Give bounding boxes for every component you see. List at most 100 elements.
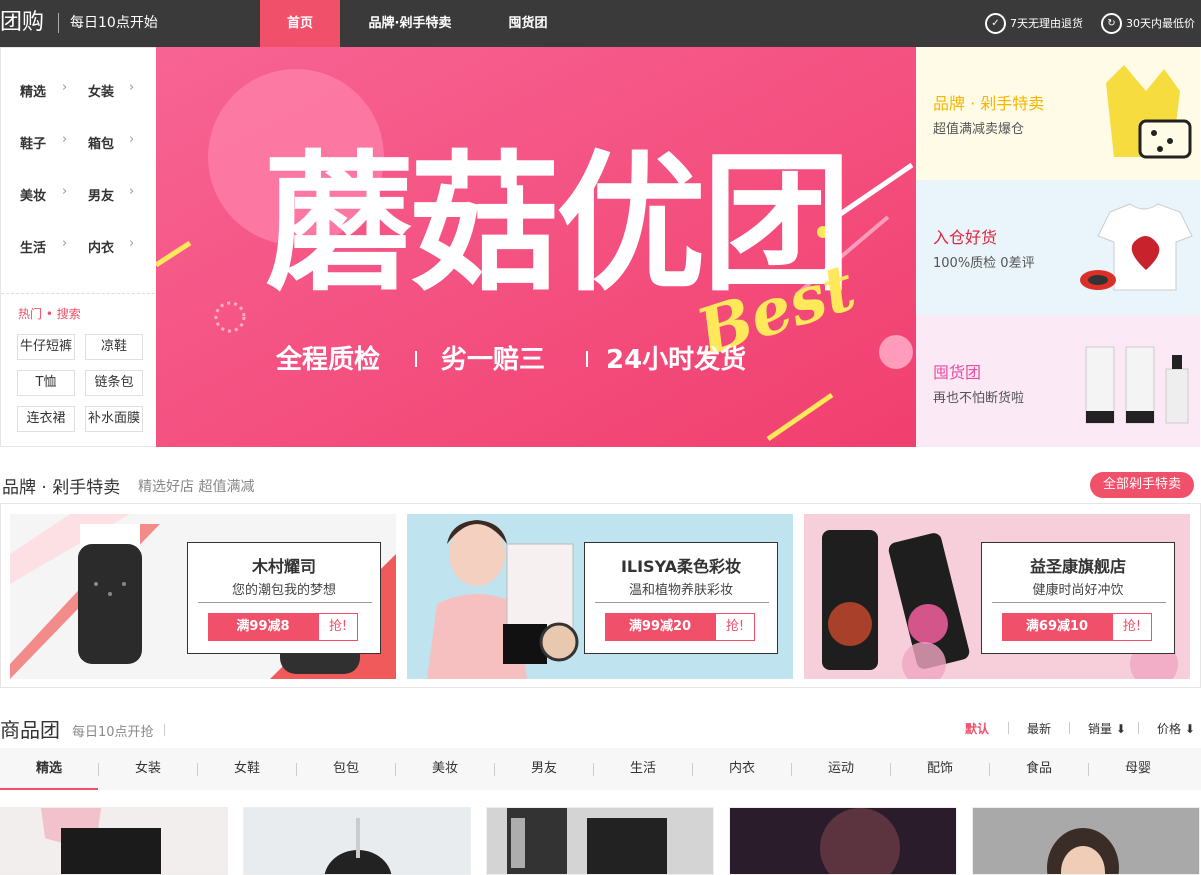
sidebar-item-women[interactable]: 女装 (88, 81, 114, 100)
hot-tag-tshirt[interactable]: T恤 (17, 370, 75, 396)
chevron-right-icon: › (129, 184, 135, 199)
promo-title: 入仓好货 (933, 228, 998, 247)
brand-slogan: 温和植物养肤彩妆 (628, 583, 733, 598)
banner-tagline-1: 全程质检 (276, 345, 381, 375)
chevron-right-icon: › (129, 132, 135, 147)
grab-button[interactable]: 抢! (1112, 613, 1152, 641)
cosmetics-product-image (1085, 346, 1189, 424)
tab-women-shoes[interactable]: 女鞋 (198, 748, 296, 790)
hot-tag-chain-bag[interactable]: 链条包 (85, 370, 143, 396)
brand-section-title: 品牌 · 剁手特卖 (2, 478, 121, 498)
sidebar-item-featured[interactable]: 精选 (20, 81, 46, 100)
tab-underwear[interactable]: 内衣 (693, 748, 791, 790)
chevron-right-icon: › (62, 80, 68, 95)
all-brand-sale-button[interactable]: 全部剁手特卖 (1090, 472, 1194, 498)
sort-divider (1069, 722, 1070, 734)
promo-title: 品牌 · 剁手特卖 (933, 94, 1045, 113)
sidebar-item-beauty[interactable]: 美妆 (20, 185, 46, 204)
brand-card-strip: 木村耀司 您的潮包我的梦想 满99减8 抢! ILISYA柔色彩妆 温和植物养肤… (0, 503, 1201, 688)
brand-divider (58, 13, 59, 33)
divider (198, 602, 372, 603)
category-sidebar: 精选 › 女装 › 鞋子 › 箱包 › 美妆 › 男友 › 生活 › 内衣 › … (0, 47, 156, 447)
product-image (41, 808, 161, 874)
tab-accessories[interactable]: 配饰 (891, 748, 989, 790)
sidebar-item-life[interactable]: 生活 (20, 237, 46, 256)
nav-stock-group[interactable]: 囤货团 (490, 0, 566, 47)
product-image (324, 818, 392, 874)
hot-tag-jeans-shorts[interactable]: 牛仔短裤 (17, 334, 75, 360)
brand-name: ILISYA柔色彩妆 (620, 557, 742, 576)
sort-newest[interactable]: 最新 (1027, 720, 1051, 737)
sort-divider (1138, 722, 1139, 734)
sidebar-item-shoes[interactable]: 鞋子 (20, 133, 46, 152)
tab-food[interactable]: 食品 (990, 748, 1088, 790)
product-image (820, 808, 900, 874)
nav-brand-sale[interactable]: 品牌·剁手特卖 (352, 0, 468, 47)
hot-tag-mask[interactable]: 补水面膜 (85, 406, 143, 432)
product-card[interactable] (729, 807, 957, 875)
sort-sales[interactable]: 销量 ⬇ (1088, 720, 1126, 737)
tab-beauty[interactable]: 美妆 (396, 748, 494, 790)
deal-label[interactable]: 满69减10 (1002, 613, 1112, 641)
shield-icon: ✓ (985, 12, 1006, 34)
product-card[interactable] (243, 807, 471, 875)
nav-home[interactable]: 首页 (260, 0, 340, 47)
promo-title: 囤货团 (933, 363, 982, 382)
product-card[interactable] (972, 807, 1200, 875)
deal-label[interactable]: 满99减8 (208, 613, 318, 641)
brand-slogan: 您的潮包我的梦想 (231, 583, 336, 598)
goods-section-title: 商品团 (0, 718, 60, 742)
hot-search-title: 热门 • 搜索 (18, 307, 81, 321)
promise-return-label: 7天无理由退货 (1010, 17, 1083, 30)
banner-tagline-3: 24小时发货 (606, 345, 747, 375)
brand-card-info: 木村耀司 您的潮包我的梦想 满99减8 抢! (187, 542, 381, 654)
promo-subtitle: 超值满减卖爆仓 (933, 122, 1025, 137)
promo-stock-group[interactable]: 囤货团 再也不怕断货啦 (916, 315, 1200, 447)
grab-button[interactable]: 抢! (715, 613, 755, 641)
brand-card[interactable]: 益圣康旗舰店 健康时尚好冲饮 满69减10 抢! (804, 514, 1190, 679)
sort-default[interactable]: 默认 (965, 720, 989, 737)
tab-sports[interactable]: 运动 (792, 748, 890, 790)
brand-card-info: ILISYA柔色彩妆 温和植物养肤彩妆 满99减20 抢! (584, 542, 778, 654)
chevron-right-icon: › (129, 236, 135, 251)
goods-section-subtitle: 每日10点开抢 (72, 725, 154, 740)
promise-lowest-price: ↻ 30天内最低价 (1101, 12, 1195, 34)
product-card[interactable] (0, 807, 228, 875)
brand-card[interactable]: 木村耀司 您的潮包我的梦想 满99减8 抢! (10, 514, 396, 679)
promo-subtitle: 再也不怕断货啦 (933, 391, 1025, 406)
chevron-right-icon: › (62, 132, 68, 147)
hero-banner[interactable]: 蘑菇优团 Best 全程质检 劣一赔三 24小时发货 (156, 47, 916, 447)
tagline-divider (415, 351, 417, 367)
hot-tag-dress[interactable]: 连衣裙 (17, 406, 75, 432)
sidebar-item-men[interactable]: 男友 (88, 185, 114, 204)
price-tag-icon: ↻ (1101, 12, 1122, 34)
tab-life[interactable]: 生活 (594, 748, 692, 790)
chevron-right-icon: › (62, 184, 68, 199)
site-brand[interactable]: 团购 (0, 8, 44, 38)
chevron-right-icon: › (62, 236, 68, 251)
tagline-divider (586, 351, 588, 367)
sort-price[interactable]: 价格 ⬇ (1157, 720, 1195, 737)
product-image (973, 808, 1199, 874)
product-image (507, 808, 667, 874)
deal-label[interactable]: 满99减20 (605, 613, 715, 641)
brand-card[interactable]: ILISYA柔色彩妆 温和植物养肤彩妆 满99减20 抢! (407, 514, 793, 679)
tab-featured[interactable]: 精选 (0, 748, 98, 790)
sidebar-item-underwear[interactable]: 内衣 (88, 237, 114, 256)
tab-men[interactable]: 男友 (495, 748, 593, 790)
promo-warehouse-goods[interactable]: 入仓好货 100%质检 0差评 (916, 180, 1200, 315)
sidebar-item-bags[interactable]: 箱包 (88, 133, 114, 152)
bag-product-image (1106, 65, 1192, 159)
tab-baby[interactable]: 母婴 (1089, 748, 1187, 790)
divider (595, 602, 769, 603)
hot-tag-sandals[interactable]: 凉鞋 (85, 334, 143, 360)
tab-women[interactable]: 女装 (99, 748, 197, 790)
sidebar-divider (1, 293, 155, 294)
top-bar: 团购 每日10点开始 首页 品牌·剁手特卖 囤货团 ✓ 7天无理由退货 ↻ 30… (0, 0, 1201, 47)
promo-brand-sale[interactable]: 品牌 · 剁手特卖 超值满减卖爆仓 (916, 47, 1200, 180)
product-card[interactable] (486, 807, 714, 875)
goods-category-tabs: 精选 女装 女鞋 包包 美妆 男友 生活 内衣 运动 配饰 食品 母婴 (0, 748, 1201, 790)
brand-section-subtitle: 精选好店 超值满减 (138, 479, 255, 495)
grab-button[interactable]: 抢! (318, 613, 358, 641)
tab-bags[interactable]: 包包 (297, 748, 395, 790)
